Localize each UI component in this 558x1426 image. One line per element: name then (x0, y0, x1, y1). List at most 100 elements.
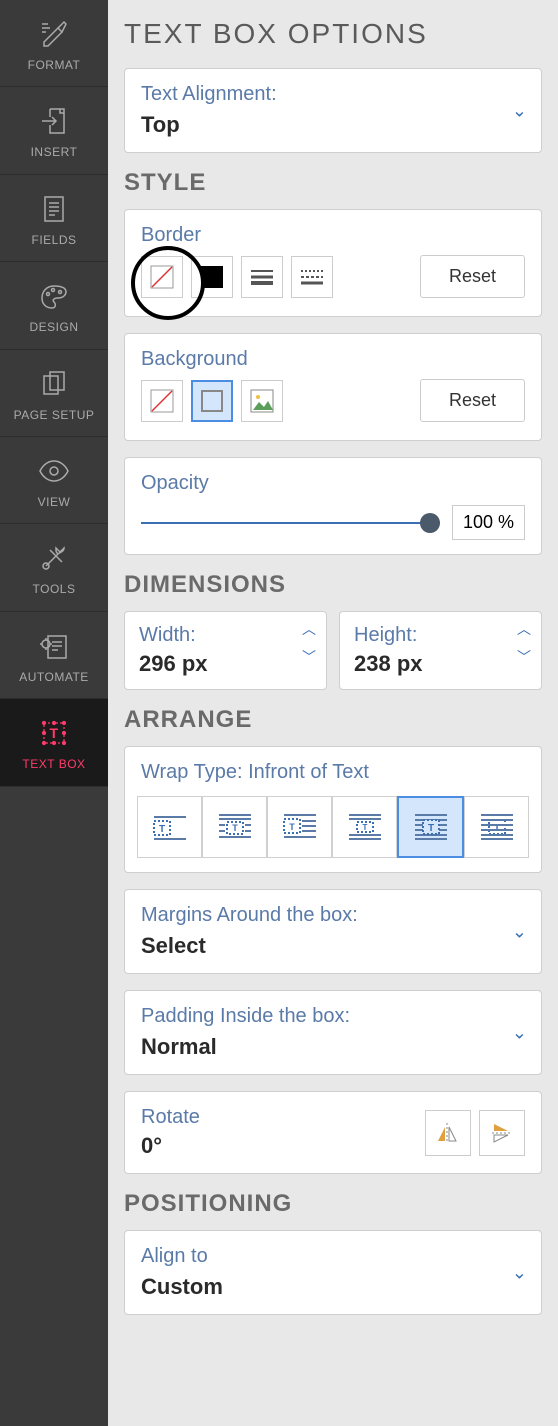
alignment-value: Top (141, 112, 525, 138)
flip-vertical-button[interactable] (479, 1110, 525, 1156)
panel-title: TEXT BOX OPTIONS (124, 18, 542, 50)
empty-swatch-icon (199, 388, 225, 414)
solid-lines-icon (249, 268, 275, 286)
width-up-icon[interactable]: ︿ (302, 622, 316, 636)
text-alignment-card[interactable]: Text Alignment: Top ⌄ (124, 68, 542, 153)
opacity-card: Opacity 100 % (124, 457, 542, 555)
fields-icon (36, 191, 72, 227)
arrange-heading: ARRANGE (124, 706, 542, 734)
sidebar-label: VIEW (38, 495, 71, 509)
sidebar-label: FIELDS (31, 233, 76, 247)
border-reset-button[interactable]: Reset (420, 255, 525, 298)
border-none-button[interactable] (141, 256, 183, 298)
svg-text:T: T (49, 725, 58, 741)
padding-value: Normal (141, 1034, 525, 1060)
rotate-value: 0° (141, 1133, 425, 1159)
margins-value: Select (141, 933, 525, 959)
border-label: Border (141, 224, 525, 247)
height-value: 238 px (354, 651, 527, 677)
align-to-card[interactable]: Align to Custom ⌄ (124, 1230, 542, 1315)
sidebar-label: TOOLS (33, 582, 76, 596)
image-icon (249, 388, 275, 414)
border-solid-button[interactable] (241, 256, 283, 298)
wrap-square-button[interactable]: T (202, 796, 267, 858)
bg-reset-button[interactable]: Reset (420, 379, 525, 422)
opacity-slider[interactable] (141, 522, 440, 524)
height-up-icon[interactable]: ︿ (517, 622, 531, 636)
sidebar-item-design[interactable]: DESIGN (0, 262, 108, 349)
sidebar-item-format[interactable]: FORMAT (0, 0, 108, 87)
sidebar-label: DESIGN (29, 320, 78, 334)
color-swatch-icon (199, 264, 225, 290)
options-panel: TEXT BOX OPTIONS Text Alignment: Top ⌄ S… (108, 0, 558, 1426)
align-value: Custom (141, 1274, 525, 1300)
wrap-square-icon: T (215, 811, 255, 843)
wrap-type-card: Wrap Type: Infront of Text T T T T T T (124, 746, 542, 873)
bg-image-button[interactable] (241, 380, 283, 422)
alignment-label: Text Alignment: (141, 83, 525, 106)
wrap-left-icon: T (280, 811, 320, 843)
chevron-down-icon[interactable]: ⌄ (512, 1262, 527, 1283)
wrap-inline-button[interactable]: T (137, 796, 202, 858)
height-down-icon[interactable]: ﹀ (517, 650, 531, 664)
sidebar-item-text-box[interactable]: T TEXT BOX (0, 699, 108, 786)
sidebar-item-tools[interactable]: TOOLS (0, 524, 108, 611)
dashed-lines-icon (299, 268, 325, 286)
sidebar-label: TEXT BOX (22, 757, 85, 771)
sidebar-label: PAGE SETUP (14, 408, 95, 422)
width-value: 296 px (139, 651, 312, 677)
padding-label: Padding Inside the box: (141, 1005, 525, 1028)
opacity-value[interactable]: 100 % (452, 505, 525, 540)
rotate-card: Rotate 0° (124, 1091, 542, 1174)
height-label: Height: (354, 624, 527, 647)
border-color-button[interactable] (191, 256, 233, 298)
flip-h-icon (434, 1119, 462, 1147)
svg-text:T: T (362, 823, 367, 832)
wrap-infront-button[interactable]: T (397, 796, 464, 858)
wrap-left-button[interactable]: T (267, 796, 332, 858)
style-heading: STYLE (124, 169, 542, 197)
sidebar-label: AUTOMATE (19, 670, 89, 684)
wrap-behind-button[interactable]: T (464, 796, 529, 858)
width-label: Width: (139, 624, 312, 647)
chevron-down-icon[interactable]: ⌄ (512, 100, 527, 121)
background-card: Background Reset (124, 333, 542, 441)
border-dashed-button[interactable] (291, 256, 333, 298)
page-setup-icon (36, 366, 72, 402)
svg-text:T: T (427, 823, 433, 834)
sidebar-label: INSERT (31, 145, 78, 159)
margins-label: Margins Around the box: (141, 904, 525, 927)
sidebar-item-page-setup[interactable]: PAGE SETUP (0, 350, 108, 437)
automate-icon (36, 628, 72, 664)
margins-card[interactable]: Margins Around the box: Select ⌄ (124, 889, 542, 974)
wrap-behind-icon: T (477, 811, 517, 843)
opacity-label: Opacity (141, 472, 525, 495)
insert-icon (36, 103, 72, 139)
sidebar-item-insert[interactable]: INSERT (0, 87, 108, 174)
chevron-down-icon[interactable]: ⌄ (512, 921, 527, 942)
width-down-icon[interactable]: ﹀ (302, 650, 316, 664)
border-card: Border Reset (124, 209, 542, 317)
bg-color-button[interactable] (191, 380, 233, 422)
opacity-slider-thumb[interactable] (420, 513, 440, 533)
sidebar-item-view[interactable]: VIEW (0, 437, 108, 524)
format-icon (36, 16, 72, 52)
svg-text:T: T (289, 822, 295, 832)
wrap-topbottom-button[interactable]: T (332, 796, 397, 858)
wrap-topbottom-icon: T (345, 811, 385, 843)
wrap-inline-icon: T (150, 811, 190, 843)
flip-horizontal-button[interactable] (425, 1110, 471, 1156)
sidebar-label: FORMAT (28, 58, 81, 72)
sidebar: FORMAT INSERT FIELDS DESIGN PAGE SETUP V… (0, 0, 108, 1426)
no-bg-icon (149, 388, 175, 414)
width-card[interactable]: Width: 296 px ︿ ﹀ (124, 611, 327, 690)
no-border-icon (149, 264, 175, 290)
height-card[interactable]: Height: 238 px ︿ ﹀ (339, 611, 542, 690)
wrap-type-label: Wrap Type: Infront of Text (137, 761, 529, 784)
sidebar-item-fields[interactable]: FIELDS (0, 175, 108, 262)
padding-card[interactable]: Padding Inside the box: Normal ⌄ (124, 990, 542, 1075)
sidebar-item-automate[interactable]: AUTOMATE (0, 612, 108, 699)
chevron-down-icon[interactable]: ⌄ (512, 1022, 527, 1043)
bg-none-button[interactable] (141, 380, 183, 422)
text-box-icon: T (36, 715, 72, 751)
